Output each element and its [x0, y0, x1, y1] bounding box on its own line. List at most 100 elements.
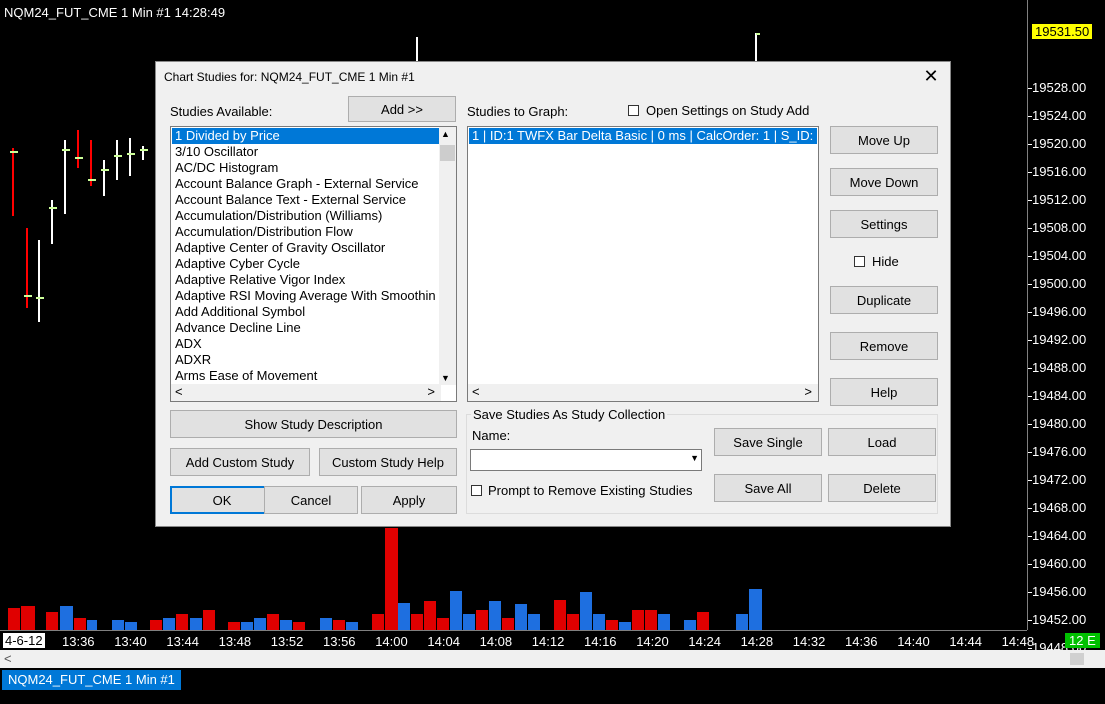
study-list-item[interactable]: 1 Divided by Price — [172, 128, 439, 144]
close-icon[interactable]: ✕ — [918, 64, 944, 88]
move-down-button[interactable]: Move Down — [830, 168, 938, 196]
remove-button[interactable]: Remove — [830, 332, 938, 360]
open-settings-label: Open Settings on Study Add — [646, 103, 810, 118]
add-custom-study-label: Add Custom Study — [185, 454, 295, 470]
delete-button[interactable]: Delete — [828, 474, 936, 502]
time-label: 13:44 — [166, 634, 199, 649]
price-label: 19528.00 — [1032, 80, 1087, 95]
scroll-right-icon[interactable]: > — [427, 384, 435, 399]
duplicate-label: Duplicate — [856, 292, 912, 308]
hide-checkbox[interactable] — [854, 256, 865, 267]
scroll-thumb[interactable] — [440, 145, 455, 161]
price-label: 19484.00 — [1032, 388, 1087, 403]
prompt-remove-checkbox[interactable] — [471, 485, 482, 496]
price-label: 19516.00 — [1032, 164, 1087, 179]
chart-horizontal-scrollbar[interactable]: < — [0, 650, 1105, 668]
scroll-up-icon[interactable]: ▲ — [441, 129, 450, 139]
price-label: 19456.00 — [1032, 584, 1087, 599]
add-custom-study-button[interactable]: Add Custom Study — [170, 448, 310, 476]
open-settings-checkbox[interactable] — [628, 105, 639, 116]
time-label: 13:36 — [62, 634, 95, 649]
price-label: 19460.00 — [1032, 556, 1087, 571]
study-list-item[interactable]: 3/10 Oscillator — [172, 144, 439, 160]
apply-button[interactable]: Apply — [361, 486, 457, 514]
chart-tab[interactable]: NQM24_FUT_CME 1 Min #1 — [2, 670, 181, 690]
studies-list-vscrollbar[interactable]: ▲ ▼ — [439, 127, 456, 385]
scroll-left-icon[interactable]: < — [4, 651, 12, 666]
price-label: 19508.00 — [1032, 220, 1087, 235]
time-axis: 4-6-12 13:36 13:40 13:44 13:48 13:52 13:56 14:… — [0, 630, 1034, 651]
studies-to-graph-label: Studies to Graph: — [467, 104, 569, 119]
time-label: 14:12 — [531, 634, 565, 649]
studies-available-list[interactable]: 1 Divided by Price 3/10 Oscillator AC/DC H… — [170, 126, 457, 402]
chevron-down-icon[interactable]: ▼ — [690, 453, 699, 463]
study-list-item[interactable]: AC/DC Histogram — [172, 160, 439, 176]
settings-label: Settings — [860, 216, 908, 232]
time-label: 14:36 — [845, 634, 878, 649]
hide-label: Hide — [872, 254, 899, 269]
study-list-item[interactable]: Advance Decline Line — [172, 320, 439, 336]
settings-button[interactable]: Settings — [830, 210, 938, 238]
study-list-item[interactable]: Account Balance Graph - External Service — [172, 176, 439, 192]
chart-tab-bar: NQM24_FUT_CME 1 Min #1 — [0, 668, 1105, 704]
scroll-down-icon[interactable]: ▼ — [441, 373, 450, 383]
study-list-item[interactable]: Account Balance Text - External Service — [172, 192, 439, 208]
collection-name-combo[interactable]: ▼ — [470, 449, 702, 471]
study-list-item[interactable]: ADX — [172, 336, 439, 352]
scroll-thumb[interactable] — [1070, 653, 1084, 665]
prompt-remove-label: Prompt to Remove Existing Studies — [488, 483, 693, 498]
price-label: 19524.00 — [1032, 108, 1087, 123]
dialog-title: Chart Studies for: NQM24_FUT_CME 1 Min #… — [164, 70, 415, 84]
time-label: 14:24 — [688, 634, 721, 649]
study-list-item[interactable]: ADXR — [172, 352, 439, 368]
save-all-label: Save All — [744, 480, 792, 496]
move-down-label: Move Down — [849, 174, 919, 190]
price-label: 19492.00 — [1032, 332, 1087, 347]
studies-to-graph-list[interactable]: 1 | ID:1 TWFX Bar Delta Basic | 0 ms | C… — [467, 126, 819, 402]
study-list-item[interactable]: Adaptive RSI Moving Average With Smoothi… — [172, 288, 439, 304]
study-list-item[interactable]: Accumulation/Distribution Flow — [172, 224, 439, 240]
cancel-button[interactable]: Cancel — [264, 486, 358, 514]
time-label: 14:32 — [792, 634, 826, 649]
move-up-button[interactable]: Move Up — [830, 126, 938, 154]
custom-study-help-button[interactable]: Custom Study Help — [319, 448, 457, 476]
price-label: 19512.00 — [1032, 192, 1087, 207]
study-list-item[interactable]: Arms Ease of Movement — [172, 368, 439, 384]
ok-button[interactable]: OK — [170, 486, 274, 514]
graph-study-item[interactable]: 1 | ID:1 TWFX Bar Delta Basic | 0 ms | C… — [469, 128, 818, 144]
save-single-button[interactable]: Save Single — [714, 428, 822, 456]
time-label: 14:20 — [636, 634, 669, 649]
show-study-description-button[interactable]: Show Study Description — [170, 410, 457, 438]
studies-list-hscrollbar[interactable]: < > — [171, 384, 441, 401]
delete-label: Delete — [863, 480, 901, 496]
study-list-item[interactable]: Adaptive Center of Gravity Oscillator — [172, 240, 439, 256]
study-list-item[interactable]: Adaptive Relative Vigor Index — [172, 272, 439, 288]
study-list-item[interactable]: Adaptive Cyber Cycle — [172, 256, 439, 272]
graph-list-hscrollbar[interactable]: < > — [468, 384, 818, 401]
time-label: 14:28 — [740, 634, 774, 649]
scroll-left-icon[interactable]: < — [175, 384, 183, 399]
time-label: 13:56 — [323, 634, 356, 649]
move-up-label: Move Up — [857, 132, 911, 148]
time-label: 14:16 — [584, 634, 617, 649]
study-list-item[interactable]: Add Additional Symbol — [172, 304, 439, 320]
price-label: 19468.00 — [1032, 500, 1087, 515]
chart-studies-dialog: Chart Studies for: NQM24_FUT_CME 1 Min #… — [155, 61, 951, 527]
price-label: 19500.00 — [1032, 276, 1087, 291]
duplicate-button[interactable]: Duplicate — [830, 286, 938, 314]
help-button[interactable]: Help — [830, 378, 938, 406]
custom-study-help-label: Custom Study Help — [332, 454, 444, 470]
scroll-right-icon[interactable]: > — [804, 384, 812, 399]
price-label: 19472.00 — [1032, 472, 1087, 487]
load-button[interactable]: Load — [828, 428, 936, 456]
save-all-button[interactable]: Save All — [714, 474, 822, 502]
time-label: 13:48 — [218, 634, 252, 649]
price-label: 19488.00 — [1032, 360, 1087, 375]
name-label: Name: — [472, 428, 511, 443]
add-study-button[interactable]: Add >> — [348, 96, 456, 122]
time-label: 13:40 — [114, 634, 147, 649]
study-list-item[interactable]: Accumulation/Distribution (Williams) — [172, 208, 439, 224]
price-label: 19476.00 — [1032, 444, 1087, 459]
time-axis-start-date: 4-6-12 — [3, 633, 45, 648]
scroll-left-icon[interactable]: < — [472, 384, 480, 399]
